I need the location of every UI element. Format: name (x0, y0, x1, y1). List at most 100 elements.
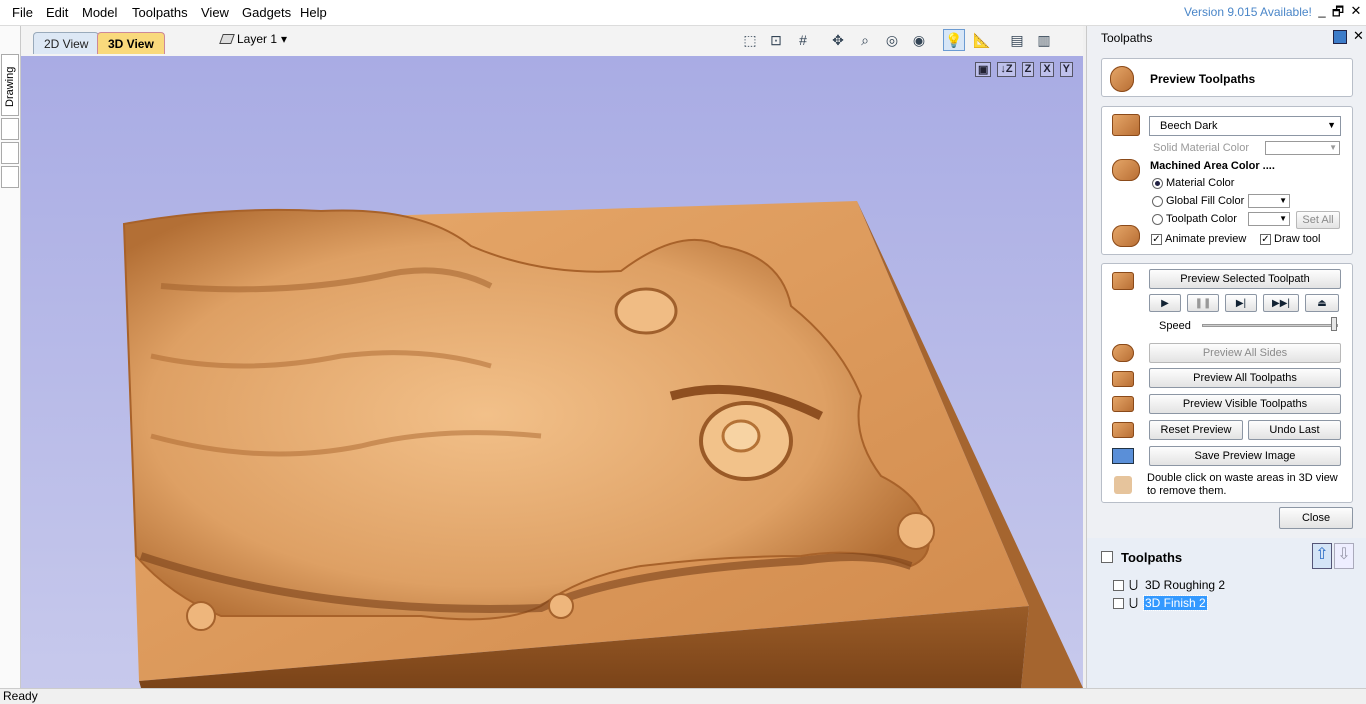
preview-all-icon (1112, 371, 1134, 387)
radio-toolpath-label: Toolpath Color (1166, 213, 1237, 225)
sidebar-tab-2[interactable] (1, 118, 19, 140)
menu-toolpaths[interactable]: Toolpaths (132, 5, 188, 20)
pan-icon[interactable]: ✥ (827, 29, 849, 51)
draw-tool-label: Draw tool (1274, 233, 1321, 245)
lighting-icon[interactable]: 💡 (943, 29, 965, 51)
3d-view-canvas[interactable]: ▣ ↓Z Z X Y (21, 56, 1083, 688)
eject-button[interactable]: ⏏ (1305, 294, 1339, 312)
speed-label: Speed (1159, 320, 1191, 332)
set-all-button[interactable]: Set All (1296, 211, 1340, 229)
close-window-button[interactable]: ✕ (1348, 3, 1364, 19)
status-text: Ready (3, 689, 38, 703)
zoom-icon[interactable]: ◎ (881, 29, 903, 51)
drawing-tab-label: Drawing (4, 66, 16, 107)
layer-selector[interactable]: Layer 1 ▾ (219, 32, 288, 46)
material-value: Beech Dark (1160, 120, 1218, 132)
fast-forward-button[interactable]: ▶▶| (1263, 294, 1299, 312)
preview-header: Preview Toolpaths (1101, 58, 1353, 97)
tab-3d-view[interactable]: 3D View (97, 32, 165, 54)
radio-toolpath-color[interactable] (1152, 214, 1163, 225)
undo-last-button[interactable]: Undo Last (1248, 420, 1341, 440)
menu-edit[interactable]: Edit (46, 5, 68, 20)
material-settings: Beech Dark ▼ Solid Material Color ▼ Mach… (1101, 106, 1353, 255)
preview-all-toolpaths-button[interactable]: Preview All Toolpaths (1149, 368, 1341, 388)
speed-slider-track[interactable] (1202, 324, 1338, 327)
layers-icon (219, 34, 235, 44)
move-down-icon[interactable]: ⇩ (1334, 543, 1354, 569)
menu-view[interactable]: View (201, 5, 229, 20)
tab-2d-view[interactable]: 2D View (33, 32, 100, 54)
menu-help[interactable]: Help (300, 5, 327, 20)
status-bar: Ready (0, 688, 1366, 704)
layout-horizontal-icon[interactable]: ▤ (1006, 29, 1028, 51)
cursor-waste-icon (1114, 476, 1132, 494)
preview-all-sides-button[interactable]: Preview All Sides (1149, 343, 1341, 363)
toolpath-list: Toolpaths ⇧ ⇩ ⋃ 3D Roughing 2 ⋃ 3D Finis… (1087, 538, 1366, 688)
zoom-box-icon[interactable]: ⌕ (854, 29, 876, 51)
move-up-icon[interactable]: ⇧ (1312, 543, 1332, 569)
radio-global-label: Global Fill Color (1166, 195, 1245, 207)
toolpath-item-2-selected[interactable]: 3D Finish 2 (1143, 595, 1208, 611)
material-icon (1112, 114, 1140, 136)
animate-preview-label: Animate preview (1165, 233, 1247, 245)
waste-hint-text: Double click on waste areas in 3D view t… (1147, 472, 1338, 497)
play-button[interactable]: ▶ (1149, 294, 1181, 312)
preview-toolpaths-icon (1110, 66, 1134, 92)
pin-icon[interactable] (1333, 30, 1347, 44)
solid-color-swatch: ▼ (1265, 141, 1340, 155)
reset-preview-button[interactable]: Reset Preview (1149, 420, 1243, 440)
toolpaths-panel: Toolpaths ✕ Preview Toolpaths Beech Dark… (1086, 26, 1366, 688)
preview-visible-icon (1112, 396, 1134, 412)
toolpath-list-title: Toolpaths (1121, 550, 1183, 565)
layer-label: Layer 1 (237, 32, 278, 46)
menu-model[interactable]: Model (82, 5, 117, 20)
snap-icon[interactable]: ⊡ (765, 29, 787, 51)
save-preview-image-button[interactable]: Save Preview Image (1149, 446, 1341, 466)
draw-tool-checkbox[interactable]: ✓ (1260, 234, 1271, 245)
grid-icon[interactable]: # (792, 29, 814, 51)
preview-selected-icon (1112, 272, 1134, 290)
drawing-tab[interactable]: Drawing (1, 54, 19, 116)
toolpath-checkbox-1[interactable] (1113, 580, 1124, 591)
reset-icon (1112, 422, 1134, 438)
solid-material-color-label: Solid Material Color (1153, 142, 1249, 154)
pause-button[interactable]: ❚❚ (1187, 294, 1219, 312)
animate-icon (1112, 225, 1140, 247)
radio-global-fill[interactable] (1152, 196, 1163, 207)
preview-sides-icon (1112, 344, 1134, 362)
chevron-down-icon: ▾ (281, 32, 288, 46)
toolpath-item-1[interactable]: 3D Roughing 2 (1145, 578, 1225, 592)
close-button[interactable]: Close (1279, 507, 1353, 529)
panel-title: Toolpaths (1101, 31, 1153, 45)
minimize-button[interactable]: _ (1314, 3, 1330, 18)
toolpaths-all-checkbox[interactable] (1101, 551, 1113, 563)
sidebar-tab-3[interactable] (1, 142, 19, 164)
zoom-extents-icon[interactable]: ⬚ (739, 29, 761, 51)
machined-area-icon (1112, 159, 1140, 181)
preview-header-title: Preview Toolpaths (1150, 72, 1256, 86)
view-toolbar: 2D View 3D View Layer 1 ▾ ⬚ ⊡ # ✥ ⌕ ◎ ◉ … (21, 26, 1083, 56)
animate-preview-checkbox[interactable]: ✓ (1151, 234, 1162, 245)
carved-block-render (122, 201, 1083, 688)
speed-slider-thumb[interactable] (1331, 317, 1337, 331)
menu-gadgets[interactable]: Gadgets (242, 5, 291, 20)
menu-file[interactable]: File (12, 5, 33, 20)
restore-button[interactable]: 🗗 (1330, 3, 1346, 25)
global-fill-swatch[interactable]: ▼ (1248, 194, 1290, 208)
zoom-selected-icon[interactable]: ◉ (908, 29, 930, 51)
layout-split-icon[interactable]: ▥ (1033, 29, 1055, 51)
panel-close-icon[interactable]: ✕ (1353, 28, 1364, 44)
preview-visible-toolpaths-button[interactable]: Preview Visible Toolpaths (1149, 394, 1341, 414)
radio-material-color[interactable] (1152, 178, 1163, 189)
left-sidebar: Drawing (0, 26, 21, 688)
sidebar-tab-4[interactable] (1, 166, 19, 188)
preview-selected-toolpath-button[interactable]: Preview Selected Toolpath (1149, 269, 1341, 289)
version-available-link[interactable]: Version 9.015 Available! (1184, 5, 1312, 19)
step-forward-button[interactable]: ▶| (1225, 294, 1257, 312)
measure-icon[interactable]: 📐 (971, 29, 993, 51)
preview-controls: Preview Selected Toolpath ▶ ❚❚ ▶| ▶▶| ⏏ … (1101, 263, 1353, 503)
radio-material-label: Material Color (1166, 177, 1235, 189)
toolpath-color-swatch[interactable]: ▼ (1248, 212, 1290, 226)
toolpath-checkbox-2[interactable] (1113, 598, 1124, 609)
material-dropdown[interactable]: Beech Dark ▼ (1149, 116, 1341, 136)
